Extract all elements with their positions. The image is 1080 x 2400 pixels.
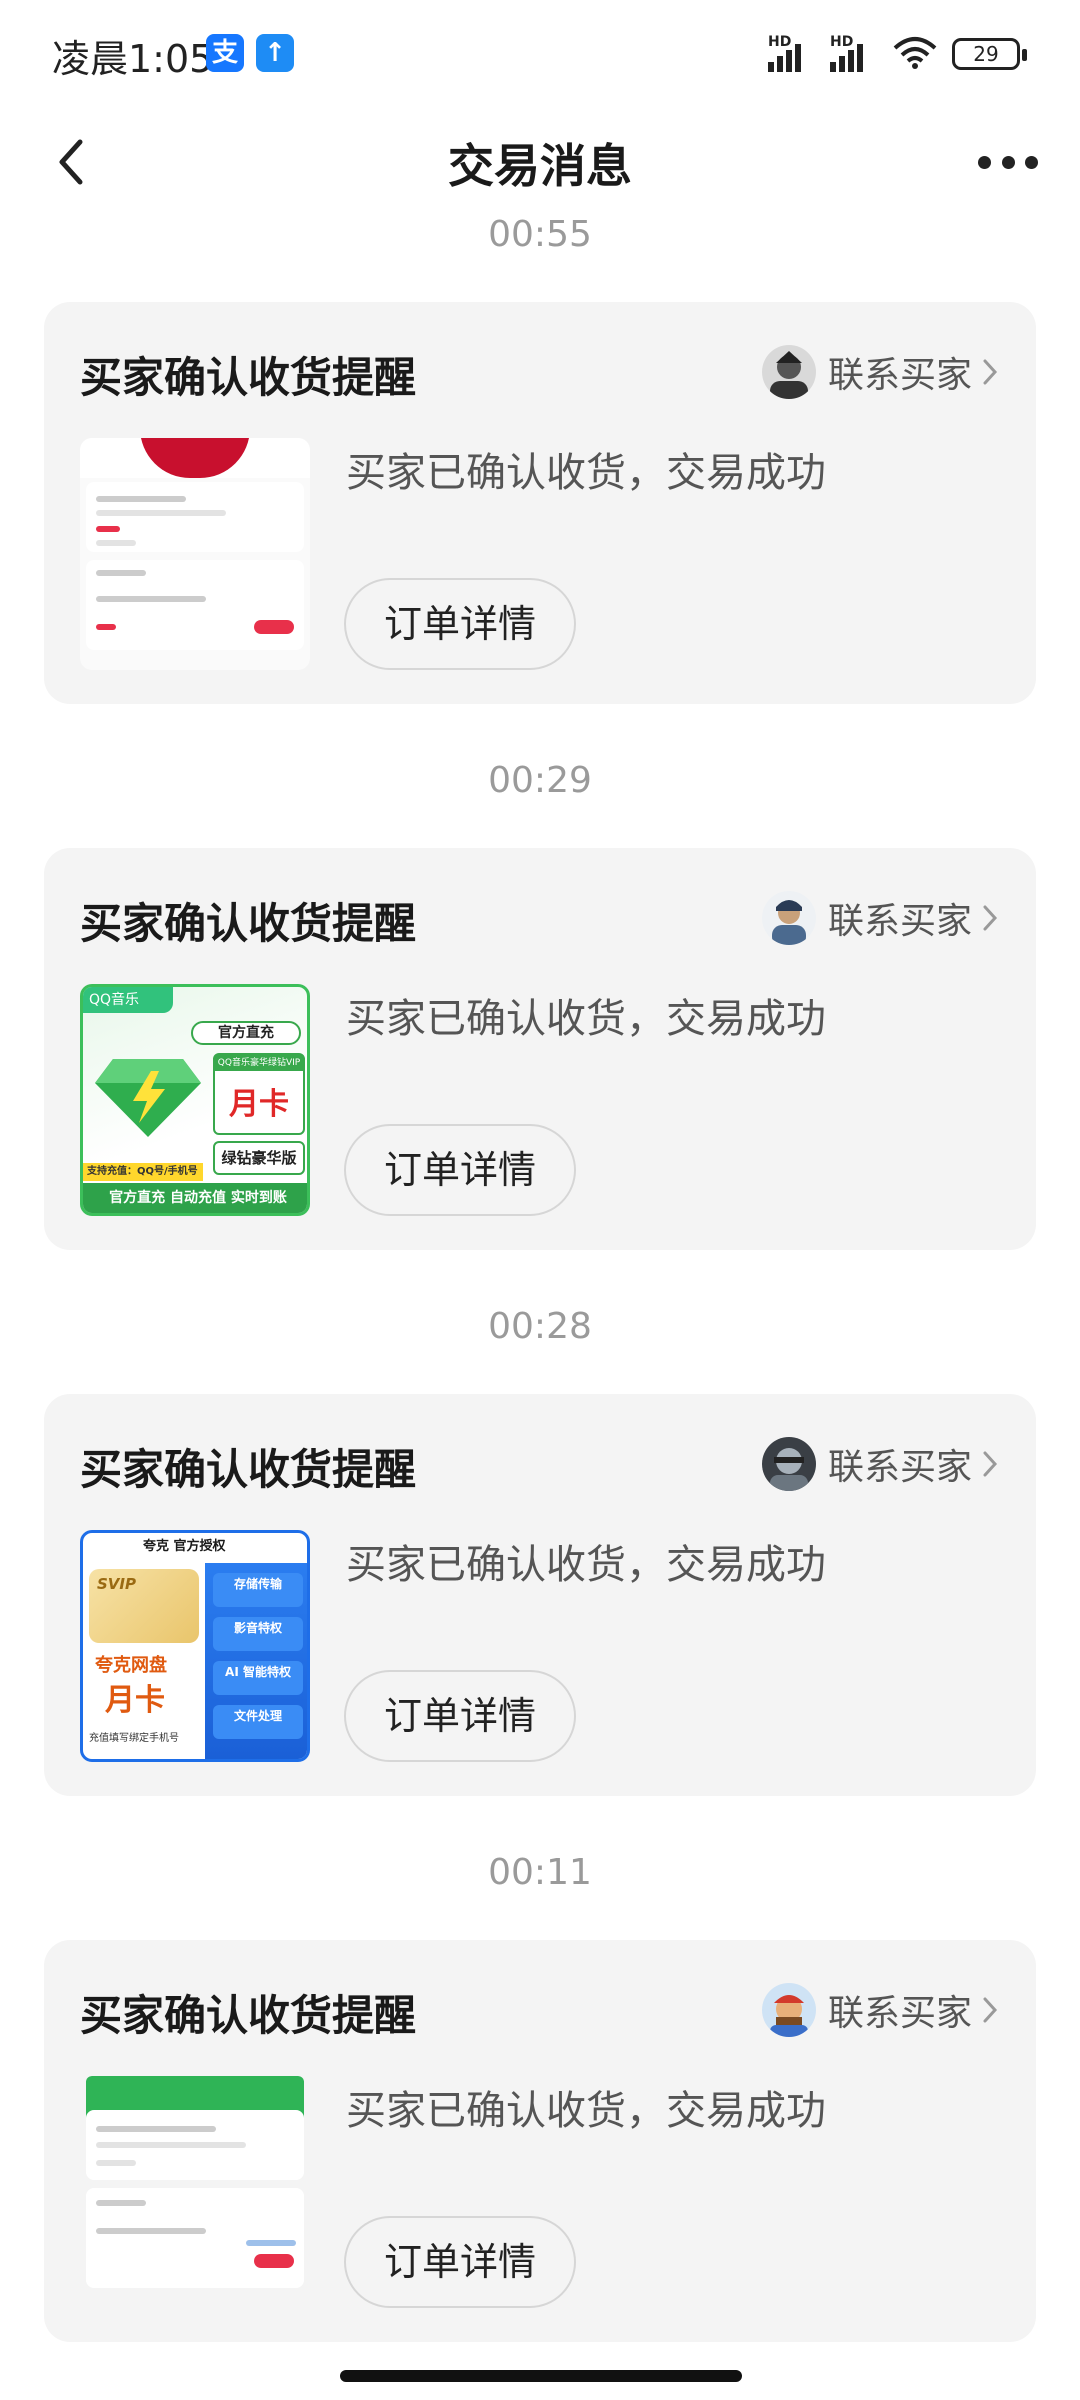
avatar — [761, 1983, 816, 2037]
card-title: 买家确认收货提醒 — [80, 1445, 417, 1494]
status-text: 买家已确认收货，交易成功 — [346, 450, 826, 496]
thumb-option: 文件处理 — [213, 1705, 303, 1739]
thumb-note: 支持充值：QQ号/手机号 — [83, 1163, 203, 1181]
contact-buyer-link[interactable]: 联系买家 — [761, 890, 1000, 946]
contact-buyer-label: 联系买家 — [827, 355, 972, 396]
signal-icon: HD — [768, 34, 820, 72]
message-time: 00:29 — [488, 760, 592, 801]
home-indicator[interactable] — [340, 2370, 742, 2382]
status-time: 凌晨1:05 — [52, 37, 214, 81]
contact-buyer-label: 联系买家 — [827, 1993, 972, 2034]
product-thumbnail[interactable] — [80, 438, 310, 670]
product-thumbnail[interactable]: QQ音乐 官方直充 QQ音乐豪华绿钻VIP 月卡 绿钻豪华版 支持充值：QQ号/… — [80, 984, 310, 1216]
contact-buyer-label: 联系买家 — [827, 901, 972, 942]
order-detail-button[interactable]: 订单详情 — [344, 578, 576, 670]
message-card[interactable]: 买家确认收货提醒 联系买家 买家已确认收货，交易成功 订单详情 — [44, 1940, 1036, 2342]
contact-buyer-label: 联系买家 — [827, 1447, 972, 1488]
message-card[interactable]: 买家确认收货提醒 联系买家 夸克 官方授权 SVIP 夸克网盘 月卡 存储传输 … — [44, 1394, 1036, 1796]
product-thumbnail[interactable] — [80, 2076, 310, 2308]
thumb-version: 绿钻豪华版 — [213, 1141, 305, 1175]
message-time: 00:11 — [488, 1852, 592, 1893]
card-title: 买家确认收货提醒 — [80, 899, 417, 948]
chevron-right-icon — [983, 359, 998, 385]
thumb-option: AI 智能特权 — [213, 1661, 303, 1695]
card-title: 买家确认收货提醒 — [80, 1991, 417, 2040]
thumb-box: QQ音乐豪华绿钻VIP 月卡 — [213, 1053, 305, 1135]
svip-card: SVIP — [89, 1569, 199, 1643]
product-thumbnail[interactable]: 夸克 官方授权 SVIP 夸克网盘 月卡 存储传输 影音特权 AI 智能特权 文… — [80, 1530, 310, 1762]
page-title: 交易消息 — [448, 139, 632, 193]
alipay-icon: 支 — [206, 34, 244, 72]
contact-buyer-link[interactable]: 联系买家 — [761, 1982, 1000, 2038]
thumb-line2: 月卡 — [105, 1683, 165, 1718]
green-diamond-icon — [95, 1059, 201, 1137]
chevron-right-icon — [983, 905, 998, 931]
status-text: 买家已确认收货，交易成功 — [346, 996, 826, 1042]
avatar — [761, 1437, 816, 1491]
svip-label: SVIP — [97, 1575, 136, 1593]
thumb-brand: QQ音乐 — [83, 987, 173, 1013]
contact-buyer-link[interactable]: 联系买家 — [761, 1436, 1000, 1492]
message-time: 00:55 — [488, 214, 592, 255]
thumb-box-big: 月卡 — [229, 1087, 289, 1122]
thumb-option: 存储传输 — [213, 1573, 303, 1607]
message-card[interactable]: 买家确认收货提醒 联系买家 买家已确认收货，交易成功 订单详情 — [44, 302, 1036, 704]
avatar — [761, 345, 816, 399]
status-bar: 凌晨1:05 支 ↑ HD HD 29 — [0, 0, 1080, 110]
chevron-right-icon — [983, 1997, 998, 2023]
more-horizontal-icon[interactable] — [978, 150, 1038, 174]
thumb-brand: 夸克 官方授权 — [143, 1539, 226, 1554]
message-card[interactable]: 买家确认收货提醒 联系买家 QQ音乐 官方直充 QQ音乐豪华绿钻VIP 月卡 绿… — [44, 848, 1036, 1250]
message-time: 00:28 — [488, 1306, 592, 1347]
thumb-tip: 充值填写绑定手机号 — [89, 1733, 179, 1744]
signal-icon: HD — [830, 34, 882, 72]
upload-icon: ↑ — [256, 34, 294, 72]
thumb-footer: 官方直充 自动充值 实时到账 — [83, 1183, 307, 1213]
status-text: 买家已确认收货，交易成功 — [346, 2088, 826, 2134]
order-detail-button[interactable]: 订单详情 — [344, 1124, 576, 1216]
status-text: 买家已确认收货，交易成功 — [346, 1542, 826, 1588]
chevron-right-icon — [983, 1451, 998, 1477]
thumb-option: 影音特权 — [213, 1617, 303, 1651]
order-detail-button[interactable]: 订单详情 — [344, 2216, 576, 2308]
thumb-box-header: QQ音乐豪华绿钻VIP — [215, 1055, 303, 1071]
contact-buyer-link[interactable]: 联系买家 — [761, 344, 1000, 400]
avatar — [761, 891, 816, 945]
nav-bar: 交易消息 — [0, 110, 1080, 220]
wifi-icon — [893, 37, 937, 69]
battery-icon: 29 — [952, 38, 1027, 70]
thumb-line1: 夸克网盘 — [95, 1655, 167, 1676]
card-title: 买家确认收货提醒 — [80, 353, 417, 402]
thumb-tag: 官方直充 — [191, 1021, 301, 1045]
order-detail-button[interactable]: 订单详情 — [344, 1670, 576, 1762]
